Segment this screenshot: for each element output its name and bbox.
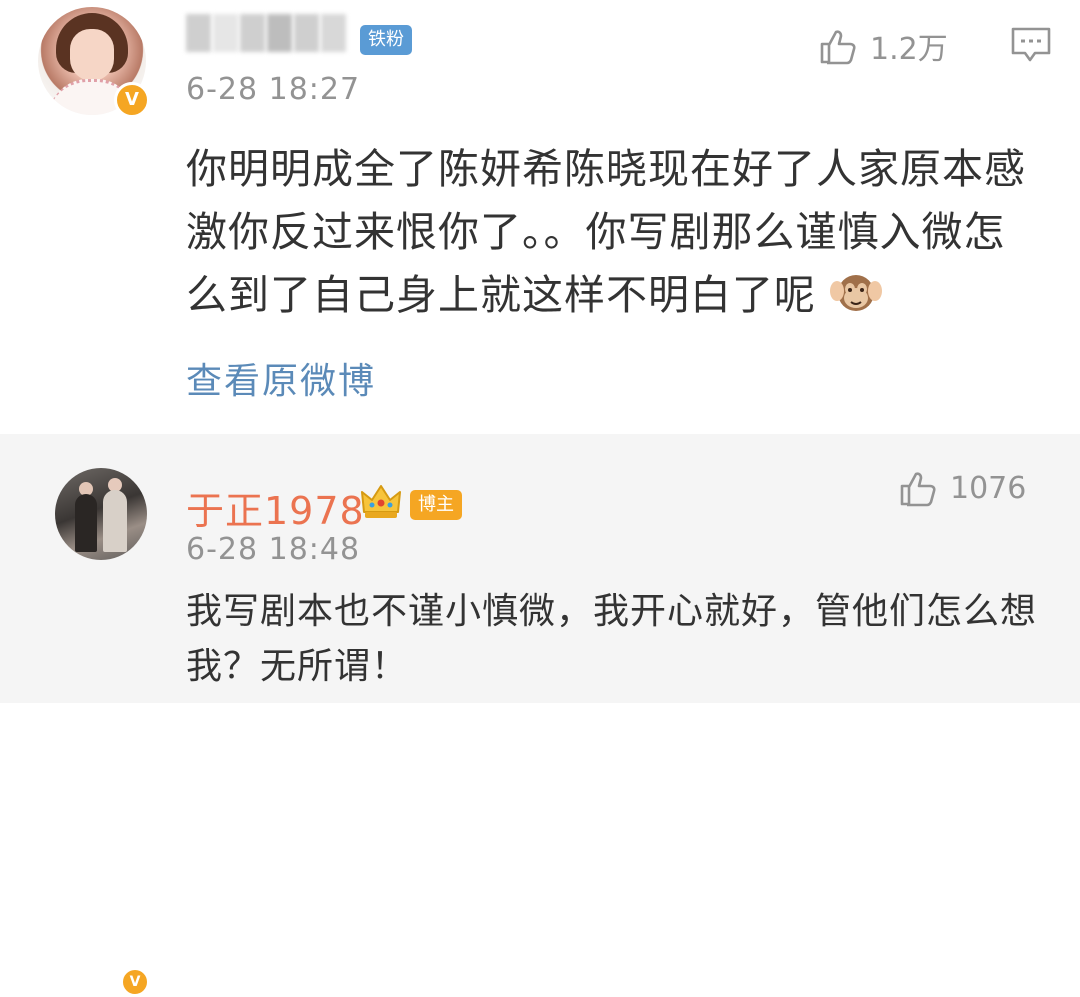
avatar-face [70,29,114,81]
reply-timestamp: 6-28 18:48 [186,532,361,567]
comment-text: 你明明成全了陈妍希陈晓现在好了人家原本感激你反过来恨你了。。你写剧那么谨慎入微怎… [186,138,1046,327]
thumbs-up-icon [820,30,856,65]
fan-badge: 铁粉 [360,25,412,55]
blur-block [240,14,265,52]
blur-block [213,14,238,52]
like-button[interactable]: 1.2万 [818,24,948,68]
comment-timestamp: 6-28 18:27 [186,72,361,107]
blurred-username[interactable] [186,14,346,52]
author-username[interactable]: 于正1978 [186,480,365,535]
verified-icon: V [120,967,150,997]
blur-block [267,14,292,52]
comment-card: V 铁粉 1.2万 6-28 18:27 你明明成全了陈妍希陈晓现在好了人家原本… [0,0,1080,434]
like-count: 1.2万 [870,32,948,67]
hear-no-evil-monkey-icon [830,275,883,311]
avatar-figure [75,494,97,552]
blur-block [321,14,346,52]
like-button[interactable]: 1076 [898,468,1026,508]
blur-block [186,14,211,52]
thumbs-up-icon [900,472,936,507]
view-original-link[interactable]: 查看原微博 [186,352,376,404]
verified-icon: V [114,82,150,118]
crown-icon [361,485,401,518]
like-count: 1076 [950,470,1027,506]
blogger-badge: 博主 [410,490,462,520]
comment-body: 你明明成全了陈妍希陈晓现在好了人家原本感激你反过来恨你了。。你写剧那么谨慎入微怎… [186,145,1026,319]
reply-text: 我写剧本也不谨小慎微，我开心就好，管他们怎么想我？无所谓！ [186,591,1038,687]
reply-card: V 于正1978 博主 1076 6-28 18:48 我写剧本也不谨小慎微，我… [0,434,1080,997]
blur-block [294,14,319,52]
comment-icon[interactable] [1010,26,1052,64]
author-avatar[interactable] [55,468,147,560]
avatar-figure [103,490,127,552]
